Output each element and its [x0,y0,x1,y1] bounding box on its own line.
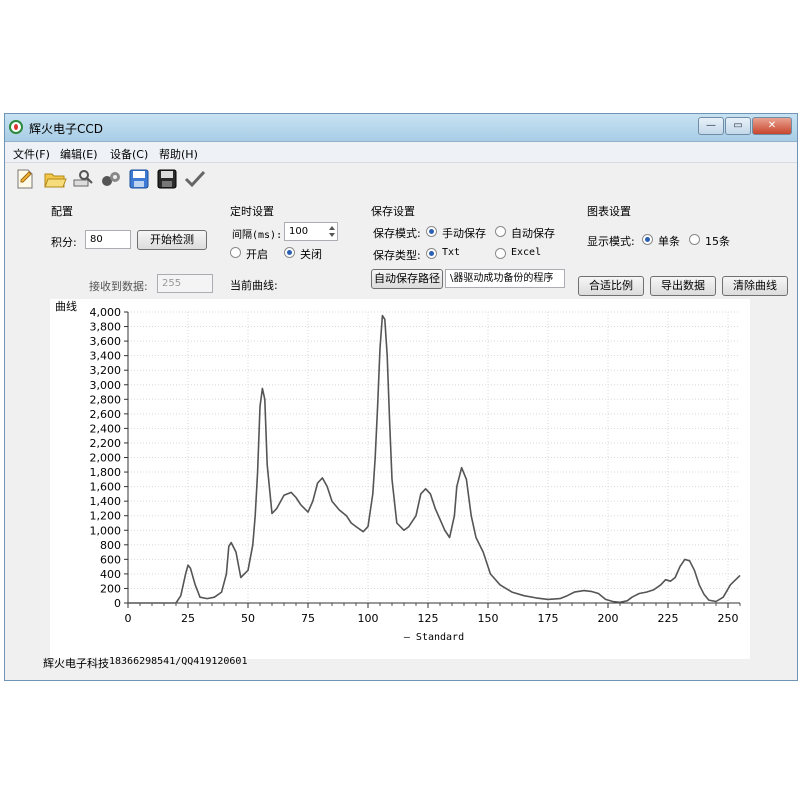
y-tick-label: 0 [114,597,121,610]
chart-settings-title: 图表设置 [587,205,631,218]
type-excel-radio[interactable] [495,248,506,259]
multi-label: 15条 [705,235,730,248]
y-tick-label: 3,800 [90,321,122,334]
menu-help[interactable]: 帮助(H) [159,146,198,162]
y-tick-label: 3,600 [90,335,122,348]
check-icon[interactable] [183,168,207,190]
timer-title: 定时设置 [230,205,274,218]
fit-scale-button[interactable]: 合适比例 [578,276,644,296]
config-title: 配置 [51,205,73,218]
interval-label: 间隔(ms): [232,230,283,241]
y-tick-label: 3,200 [90,364,122,377]
menu-file[interactable]: 文件(F) [13,146,50,162]
spectrum-chart[interactable]: 02004006008001,0001,2001,4001,6001,8002,… [50,299,750,659]
app-window: 辉火电子CCD — ▭ ✕ 文件(F) 编辑(E) 设备(C) 帮助(H) 配置… [4,113,798,681]
save-type-label: 保存类型: [373,249,421,262]
new-file-icon[interactable] [13,168,37,190]
single-radio[interactable] [642,234,653,245]
x-tick-label: 175 [538,612,559,625]
save-as-icon[interactable] [155,168,179,190]
save-title: 保存设置 [371,205,415,218]
save-auto-radio[interactable] [495,226,506,237]
device-icon[interactable] [99,168,123,190]
menu-bar: 文件(F) 编辑(E) 设备(C) 帮助(H) [5,143,797,163]
integral-label: 积分: [51,236,77,249]
received-label: 接收到数据: [89,280,148,293]
connect-icon[interactable] [71,168,95,190]
y-tick-label: 3,000 [90,379,122,392]
x-tick-label: 125 [418,612,439,625]
type-txt-label: Txt [442,247,461,258]
x-tick-label: 150 [478,612,499,625]
close-button[interactable]: ✕ [752,117,792,135]
current-curve-label: 当前曲线: [230,279,278,292]
clear-curve-button[interactable]: 清除曲线 [722,276,788,296]
y-tick-label: 2,400 [90,422,122,435]
x-tick-label: 250 [718,612,739,625]
footer-contact: 18366298541/QQ419120601 [109,656,248,667]
timer-on-label: 开启 [246,248,268,261]
timer-off-radio[interactable] [284,247,295,258]
title-bar[interactable]: 辉火电子CCD — ▭ ✕ [5,114,797,142]
minimize-button[interactable]: — [698,117,724,135]
y-tick-label: 1,200 [90,510,122,523]
save-manual-label: 手动保存 [442,227,486,240]
y-tick-label: 400 [100,568,121,581]
maximize-button[interactable]: ▭ [725,117,751,135]
x-tick-label: 50 [241,612,255,625]
x-tick-label: 225 [658,612,679,625]
save-icon[interactable] [127,168,151,190]
x-tick-label: 25 [181,612,195,625]
y-tick-label: 1,600 [90,481,122,494]
y-tick-label: 2,200 [90,437,122,450]
auto-save-path-button[interactable]: 自动保存路径 [371,269,443,289]
y-tick-label: 200 [100,582,121,595]
type-txt-radio[interactable] [426,248,437,259]
save-manual-radio[interactable] [426,226,437,237]
save-auto-label: 自动保存 [511,227,555,240]
x-tick-label: 100 [358,612,379,625]
timer-off-label: 关闭 [300,248,322,261]
open-folder-icon[interactable] [43,168,67,190]
y-tick-label: 2,600 [90,408,122,421]
y-axis-label: 曲线 [55,299,77,313]
legend-standard: — Standard [404,632,464,643]
timer-on-radio[interactable] [230,247,241,258]
y-tick-label: 1,400 [90,495,122,508]
received-field: 255 [157,274,213,293]
display-mode-label: 显示模式: [587,235,635,248]
y-tick-label: 2,000 [90,452,122,465]
y-tick-label: 4,000 [90,306,122,319]
toolbar [5,164,797,194]
integral-input[interactable]: 80 [85,230,131,249]
start-detect-button[interactable]: 开始检测 [137,230,207,250]
y-tick-label: 1,800 [90,466,122,479]
y-tick-label: 1,000 [90,524,122,537]
type-excel-label: Excel [511,247,542,258]
y-tick-label: 3,400 [90,350,122,363]
x-tick-label: 0 [125,612,132,625]
app-icon [9,120,23,134]
x-tick-label: 200 [598,612,619,625]
window-title: 辉火电子CCD [29,122,103,136]
y-tick-label: 800 [100,539,121,552]
interval-spin-icon[interactable] [327,223,337,240]
save-mode-label: 保存模式: [373,227,421,240]
x-tick-label: 75 [301,612,315,625]
y-tick-label: 600 [100,553,121,566]
multi-radio[interactable] [689,234,700,245]
save-path-field[interactable]: \器驱动成功备份的程序 [445,269,565,288]
footer-company: 辉火电子科技 [43,657,109,670]
menu-edit[interactable]: 编辑(E) [60,146,98,162]
series-line-standard [128,314,741,604]
chart-panel[interactable]: 0 200 400 600 800 1,000 1,200 1,400 1,600 1,800 2,… [50,299,750,659]
menu-device[interactable]: 设备(C) [110,146,148,162]
export-data-button[interactable]: 导出数据 [650,276,716,296]
y-tick-label: 2,800 [90,393,122,406]
single-label: 单条 [658,235,680,248]
